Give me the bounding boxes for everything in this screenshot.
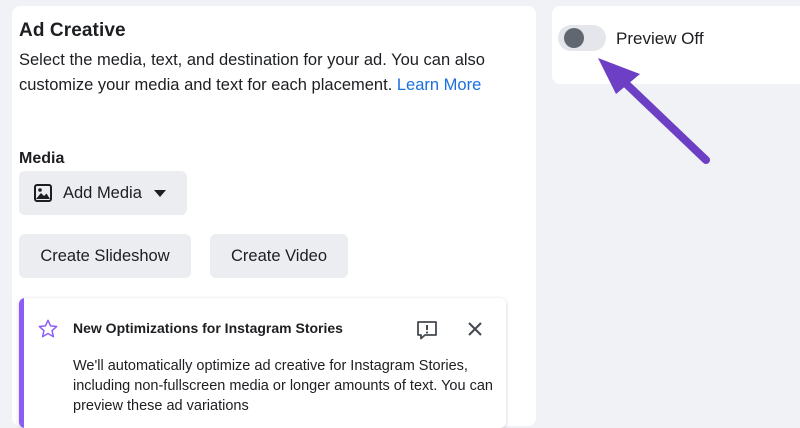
annotation-arrow (598, 58, 710, 164)
notice-body: We'll automatically optimize ad creative… (73, 358, 493, 414)
create-video-button[interactable]: Create Video (210, 234, 348, 278)
caret-down-icon (153, 189, 166, 197)
learn-more-link[interactable]: Learn More (397, 76, 481, 94)
add-media-label: Add Media (63, 183, 142, 202)
add-media-button[interactable]: Add Media (19, 171, 187, 215)
notice-title: New Optimizations for Instagram Stories (73, 320, 343, 336)
star-icon (37, 318, 59, 340)
image-icon (33, 183, 53, 203)
feedback-icon[interactable] (416, 320, 438, 340)
close-icon[interactable] (466, 320, 484, 338)
preview-label: Preview Off (616, 29, 704, 48)
create-slideshow-button[interactable]: Create Slideshow (19, 234, 191, 278)
notice-accent-bar (19, 298, 24, 428)
preview-toggle[interactable] (558, 25, 606, 51)
media-label: Media (19, 150, 65, 167)
toggle-knob (564, 28, 584, 48)
ad-creative-description: Select the media, text, and destination … (19, 48, 519, 98)
ad-creative-title: Ad Creative (19, 20, 126, 41)
instagram-stories-notice: New Optimizations for Instagram Stories … (19, 298, 506, 428)
